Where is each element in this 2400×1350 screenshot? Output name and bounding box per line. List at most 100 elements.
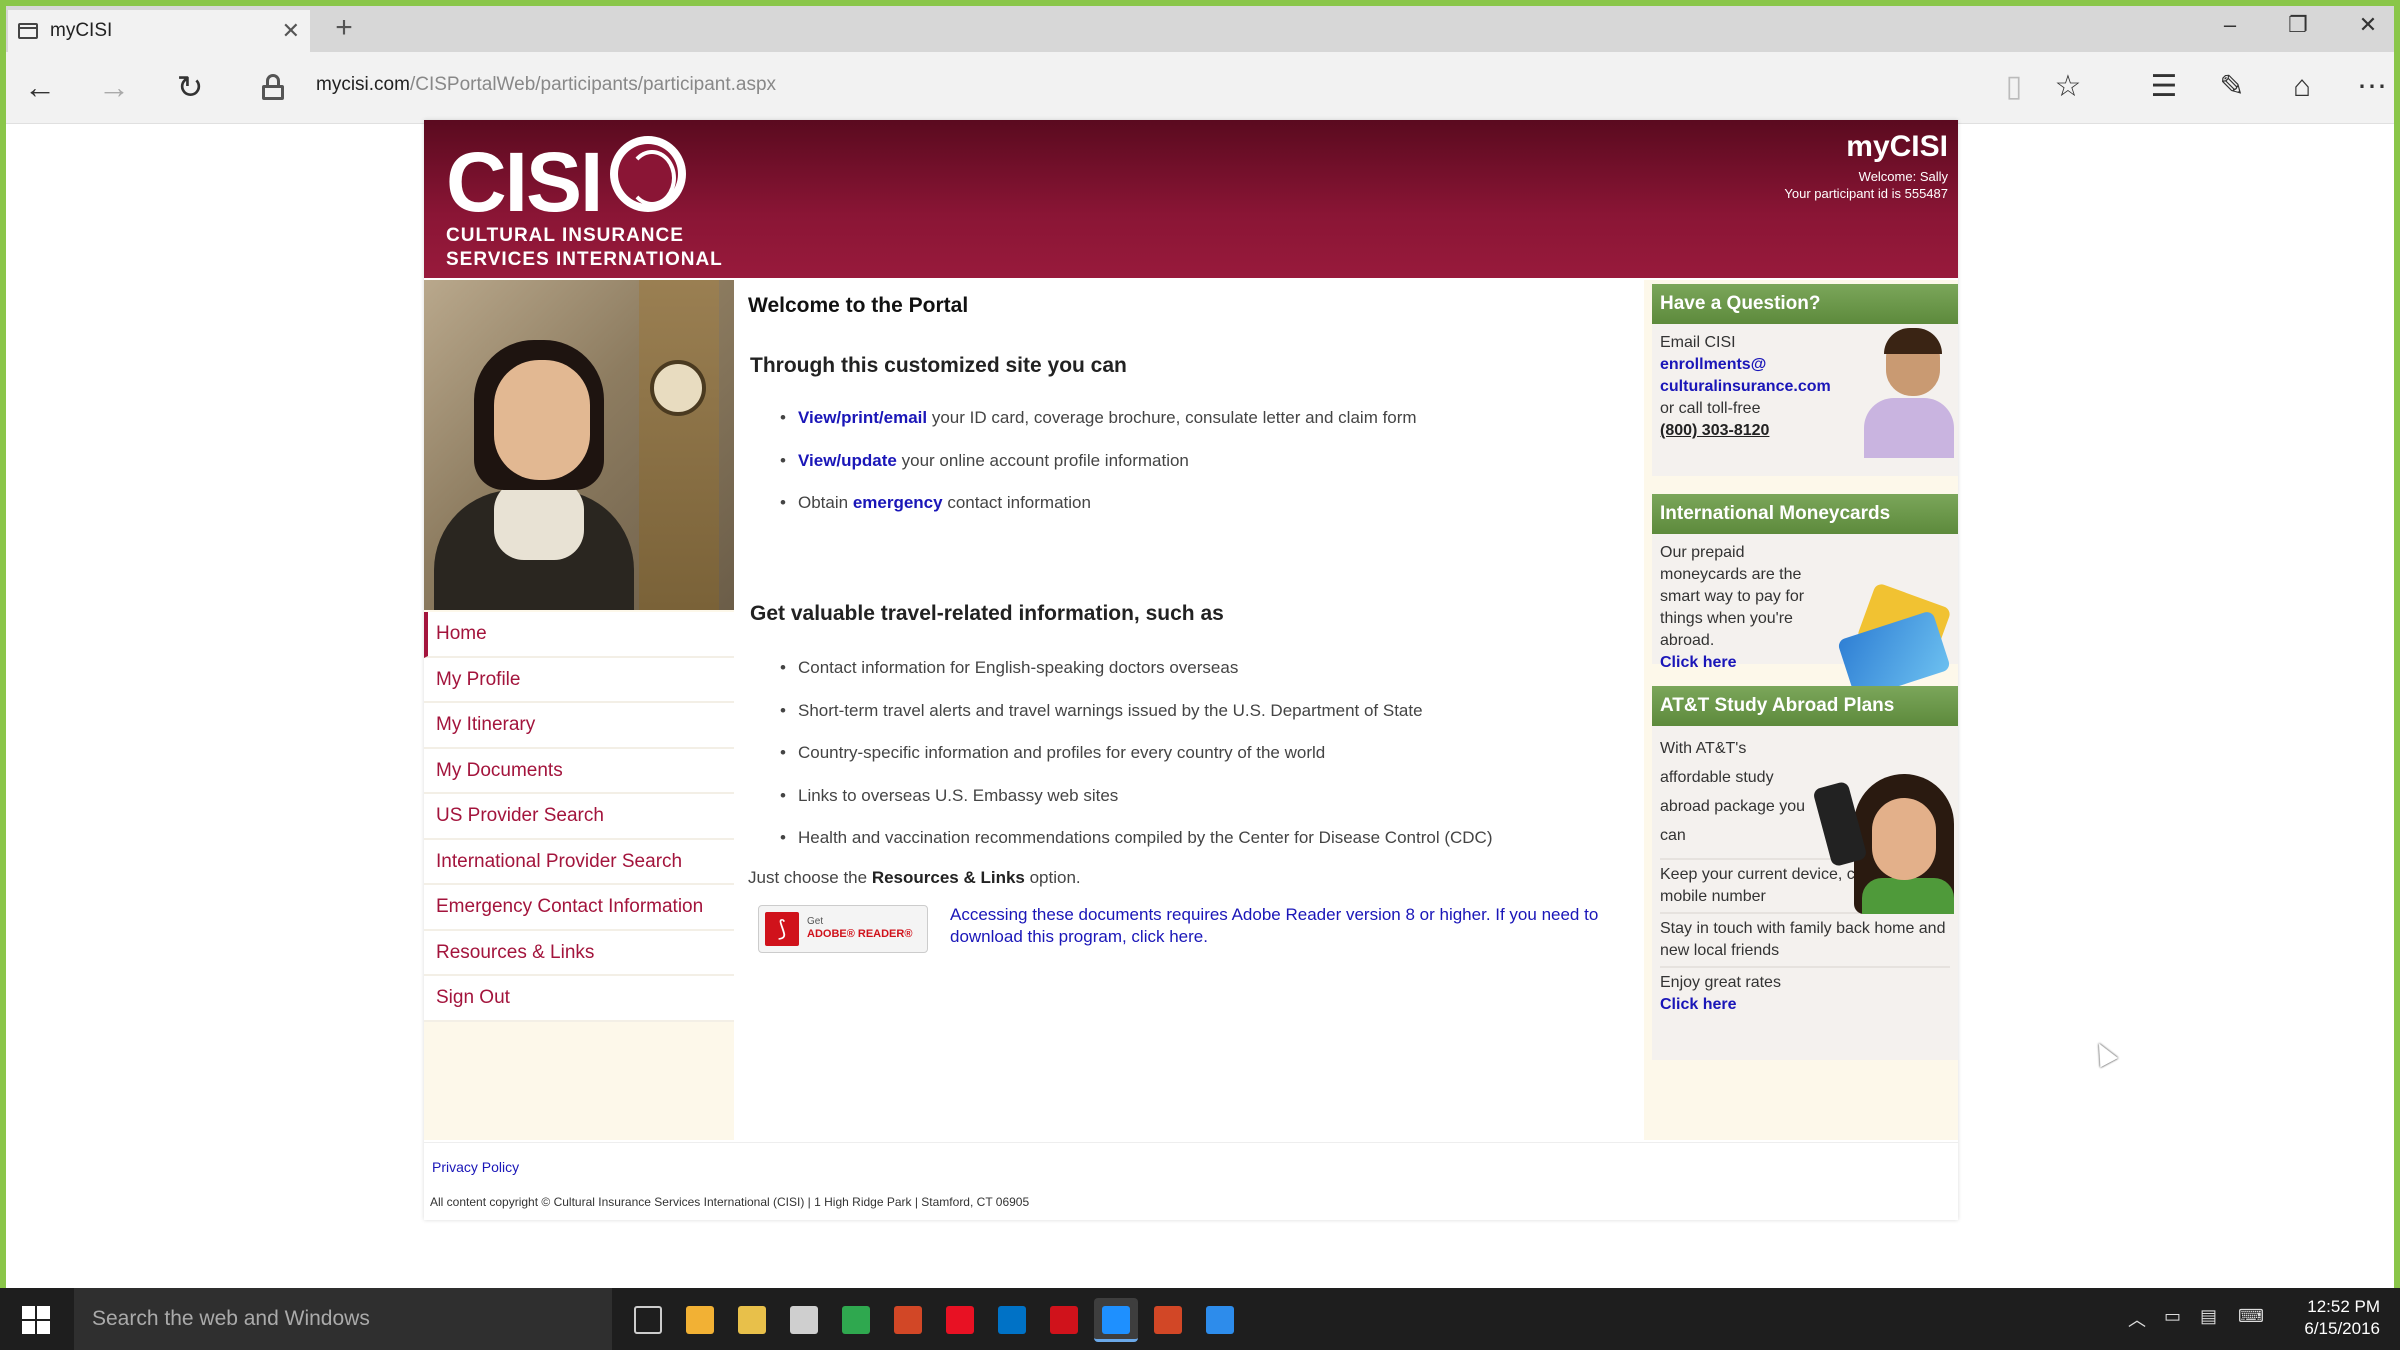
portal-page: CISI CULTURAL INSURANCE SERVICES INTERNA… [424, 120, 1958, 1220]
globe-icon [610, 136, 686, 212]
privacy-policy-link[interactable]: Privacy Policy [432, 1159, 519, 1175]
welcome-block: Welcome: Sally Your participant id is 55… [1784, 168, 1948, 202]
share-icon[interactable]: ⌂ [2280, 66, 2324, 110]
question-heading: Have a Question? [1652, 284, 1958, 324]
notifications-icon[interactable]: ▤ [2200, 1306, 2217, 1327]
page-icon [18, 23, 38, 39]
clock-date: 6/15/2016 [2304, 1319, 2380, 1338]
section2-list: Contact information for English-speaking… [780, 656, 1493, 869]
logo-line-1: CULTURAL INSURANCE [446, 225, 684, 246]
list-item: Country-specific information and profile… [780, 741, 1493, 784]
side-menu: Home My Profile My Itinerary My Document… [424, 612, 734, 1022]
woman-with-phone-image [1812, 774, 1954, 914]
more-menu-icon[interactable]: ⋯ [2350, 66, 2394, 110]
address-bar-row: ← → ↻ mycisi.com/CISPortalWeb/participan… [6, 52, 2394, 124]
logo-subtitle: CULTURAL INSURANCE SERVICES INTERNATIONA… [446, 224, 723, 272]
moneycards-image [1834, 582, 1954, 700]
chrome-icon[interactable] [834, 1298, 878, 1342]
window-close-button[interactable]: ✕ [2348, 12, 2388, 38]
moneycards-box: International Moneycards Our prepaid mon… [1652, 494, 1958, 700]
participant-id: Your participant id is 555487 [1784, 186, 1948, 201]
outlook-icon[interactable] [990, 1298, 1034, 1342]
forward-button[interactable]: → [92, 68, 136, 108]
list-item: Contact information for English-speaking… [780, 656, 1493, 699]
view-print-email-link[interactable]: View/print/email [798, 408, 927, 427]
left-column: Home My Profile My Itinerary My Document… [424, 280, 734, 1140]
att-box: AT&T Study Abroad Plans With AT&T's affo… [1652, 686, 1958, 1060]
favorite-star-icon[interactable]: ☆ [2046, 66, 2090, 110]
adobe-pdf-icon: ⟆ [765, 912, 799, 946]
list-item: View/print/email your ID card, coverage … [780, 406, 1417, 449]
menu-item-us-provider-search[interactable]: US Provider Search [424, 794, 734, 840]
tray-chevron-icon[interactable]: ︿ [2128, 1306, 2146, 1332]
menu-item-my-documents[interactable]: My Documents [424, 748, 734, 794]
logo-line-2: SERVICES INTERNATIONAL [446, 249, 723, 270]
zoom-icon[interactable] [1198, 1298, 1242, 1342]
menu-item-international-provider-search[interactable]: International Provider Search [424, 839, 734, 885]
edge-icon[interactable] [1094, 1298, 1138, 1342]
powerpoint-icon[interactable] [886, 1298, 930, 1342]
site-name: myCISI [1846, 130, 1948, 163]
network-icon[interactable]: ▭ [2164, 1306, 2181, 1327]
media-app-icon[interactable] [678, 1298, 722, 1342]
tab-bar: myCISI ✕ + – ❐ ✕ [6, 6, 2394, 52]
list-item: Links to overseas U.S. Embassy web sites [780, 784, 1493, 827]
welcome-text: Welcome: Sally [1858, 169, 1948, 184]
main-content: Welcome to the Portal Through this custo… [740, 280, 1648, 1140]
cisi-logo[interactable]: CISI [446, 134, 603, 231]
page-footer: Privacy Policy All content copyright © C… [424, 1142, 1958, 1220]
acrobat-icon[interactable] [1042, 1298, 1086, 1342]
task-view-icon[interactable] [626, 1298, 670, 1342]
file-explorer-icon[interactable] [730, 1298, 774, 1342]
taskbar-search-input[interactable]: Search the web and Windows [74, 1288, 612, 1350]
new-tab-button[interactable]: + [324, 10, 364, 48]
keyboard-icon[interactable]: ⌨ [2238, 1306, 2264, 1327]
att-heading: AT&T Study Abroad Plans [1652, 686, 1958, 726]
list-item: View/update your online account profile … [780, 449, 1417, 492]
url-domain: mycisi.com [316, 74, 410, 95]
clock-time: 12:52 PM [2307, 1297, 2380, 1316]
site-header: CISI CULTURAL INSURANCE SERVICES INTERNA… [424, 120, 1958, 278]
hub-icon[interactable]: ☰ [2142, 66, 2186, 110]
student-london-photo [424, 280, 734, 610]
tab-close-icon[interactable]: ✕ [282, 18, 300, 44]
menu-item-emergency-contact[interactable]: Emergency Contact Information [424, 885, 734, 931]
minimize-button[interactable]: – [2210, 12, 2250, 38]
moneycards-click-here-link[interactable]: Click here [1660, 654, 1736, 671]
view-update-link[interactable]: View/update [798, 451, 897, 470]
store-icon[interactable] [782, 1298, 826, 1342]
web-note-icon[interactable]: ✎ [2210, 66, 2254, 110]
adobe-download-link[interactable]: Accessing these documents requires Adobe… [950, 904, 1640, 948]
menu-item-my-profile[interactable]: My Profile [424, 657, 734, 703]
support-agent-image [1864, 328, 1954, 458]
windows-taskbar: Search the web and Windows ︿ ▭ ▤ ⌨ 12:52… [0, 1288, 2400, 1350]
reading-view-icon[interactable]: ▯ [1992, 66, 2036, 110]
menu-item-my-itinerary[interactable]: My Itinerary [424, 703, 734, 749]
tab-mycisi[interactable]: myCISI ✕ [8, 10, 310, 52]
section2-heading: Get valuable travel-related information,… [750, 602, 1224, 625]
section1-list: View/print/email your ID card, coverage … [780, 406, 1417, 534]
refresh-button[interactable]: ↻ [168, 68, 212, 108]
snip-tool-icon[interactable] [938, 1298, 982, 1342]
copyright-text: All content copyright © Cultural Insuran… [430, 1195, 1030, 1209]
taskbar-clock[interactable]: 12:52 PM 6/15/2016 [2304, 1296, 2380, 1340]
menu-item-resources-links[interactable]: Resources & Links [424, 930, 734, 976]
list-item: Obtain emergency contact information [780, 491, 1417, 534]
office-app-icon[interactable] [1146, 1298, 1190, 1342]
section1-heading: Through this customized site you can [750, 354, 1127, 377]
tab-title: myCISI [50, 20, 113, 41]
att-click-here-link[interactable]: Click here [1660, 996, 1736, 1013]
menu-item-sign-out[interactable]: Sign Out [424, 976, 734, 1022]
lock-icon [262, 74, 284, 100]
address-input[interactable]: mycisi.com/CISPortalWeb/participants/par… [316, 74, 776, 96]
list-item: Health and vaccination recommendations c… [780, 826, 1493, 869]
resources-hint: Just choose the Resources & Links option… [748, 868, 1081, 887]
back-button[interactable]: ← [18, 68, 62, 108]
get-adobe-reader-button[interactable]: ⟆ Get ADOBE® READER® [758, 905, 928, 953]
emergency-link[interactable]: emergency [853, 493, 943, 512]
windows-start-icon[interactable] [22, 1306, 50, 1334]
menu-item-home[interactable]: Home [424, 612, 734, 658]
right-column: Have a Question? Email CISI enrollments@… [1644, 280, 1958, 1140]
restore-button[interactable]: ❐ [2278, 12, 2318, 38]
question-box: Have a Question? Email CISI enrollments@… [1652, 284, 1958, 476]
